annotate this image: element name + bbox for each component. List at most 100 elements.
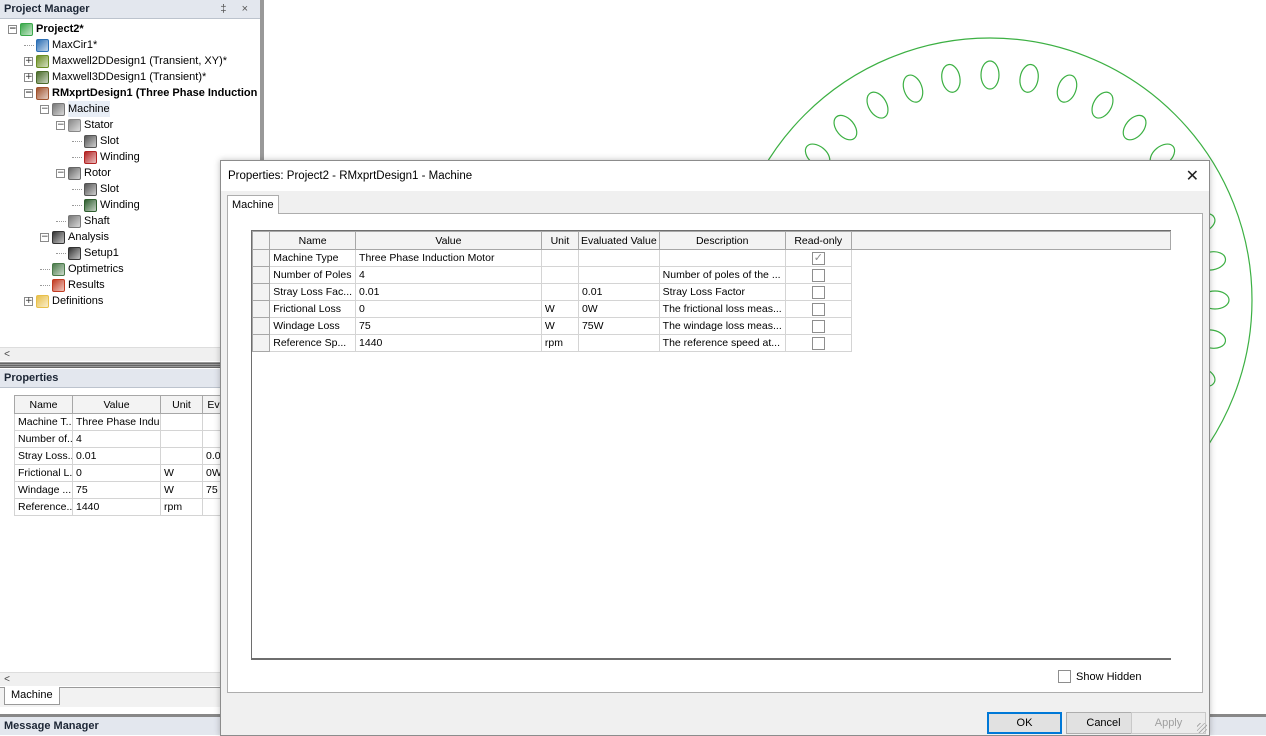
column-header[interactable]: Value <box>355 231 542 250</box>
tree-node[interactable]: − Stator <box>56 117 113 133</box>
cell-value[interactable]: 0.01 <box>355 283 542 301</box>
row-header[interactable] <box>251 317 271 335</box>
tree-node[interactable]: Winding <box>72 197 140 213</box>
table-cell[interactable]: 0 <box>72 464 161 482</box>
message-manager-title: Message Manager <box>4 720 99 732</box>
collapse-icon[interactable]: − <box>40 104 49 114</box>
table-cell[interactable]: 75 <box>72 481 161 499</box>
properties-horizontal-scrollbar[interactable]: < <box>0 672 220 686</box>
panel-splitter[interactable] <box>0 362 220 368</box>
tree-node[interactable]: + Definitions <box>24 293 103 309</box>
collapse-icon[interactable]: − <box>8 24 17 34</box>
expand-icon[interactable]: + <box>24 296 33 306</box>
row-header[interactable] <box>251 266 271 284</box>
readonly-checkbox[interactable] <box>811 285 825 299</box>
tree-node[interactable]: Shaft <box>56 213 110 229</box>
table-cell[interactable]: 0.01 <box>72 447 161 465</box>
rotor-winding-icon <box>84 198 97 212</box>
cell-readonly <box>784 283 852 301</box>
cell-value[interactable]: Three Phase Induction Motor <box>355 249 542 267</box>
table-row[interactable]: Stray Loss Fac... 0.01 0.01 Stray Loss Fact… <box>251 283 1171 301</box>
cell-name: Windage Loss <box>269 317 357 335</box>
column-header[interactable]: Evaluated Value <box>577 231 660 250</box>
collapse-icon[interactable]: − <box>56 120 65 130</box>
table-cell[interactable]: Three Phase Indu... <box>72 413 161 431</box>
cell-value[interactable]: 4 <box>355 266 542 284</box>
scroll-left-icon[interactable]: < <box>0 674 14 685</box>
table-row[interactable]: Number of Poles 4 Number of poles of the .… <box>251 266 1171 284</box>
cell-unit <box>540 266 579 284</box>
collapse-icon[interactable]: − <box>24 88 33 98</box>
tree-node[interactable]: Slot <box>72 181 119 197</box>
cancel-button[interactable]: Cancel <box>1066 712 1141 734</box>
tree-node[interactable]: MaxCir1* <box>24 37 97 53</box>
tree-node[interactable]: Winding <box>72 149 140 165</box>
tree-node[interactable]: − Project2* <box>8 21 84 37</box>
tree-node[interactable]: − Analysis <box>40 229 109 245</box>
table-row[interactable]: Machine Type Three Phase Induction Motor <box>251 249 1171 267</box>
table-row[interactable]: Number of... 4 <box>14 430 225 448</box>
stator-icon <box>68 118 81 132</box>
column-header[interactable]: Name <box>269 231 357 250</box>
tab-machine[interactable]: Machine <box>4 687 60 705</box>
expand-icon[interactable]: + <box>24 72 33 82</box>
cell-value[interactable]: 0 <box>355 300 542 318</box>
tree-connector <box>56 220 66 222</box>
analysis-icon <box>52 230 65 244</box>
resize-grip-icon[interactable] <box>1197 723 1207 733</box>
row-header[interactable] <box>251 334 271 352</box>
dialog-tab-machine[interactable]: Machine <box>227 195 279 214</box>
show-hidden-checkbox[interactable] <box>1058 670 1071 683</box>
table-row[interactable]: Windage ... 75 W 75 <box>14 481 225 499</box>
row-header[interactable] <box>251 283 271 301</box>
apply-button[interactable]: Apply <box>1131 712 1206 734</box>
tree-node[interactable]: − Rotor <box>56 165 111 181</box>
table-row[interactable]: Stray Loss... 0.01 0.0 <box>14 447 225 465</box>
column-header[interactable]: Name <box>14 395 73 414</box>
column-header[interactable]: Read-only <box>784 231 852 250</box>
row-header[interactable] <box>251 249 271 267</box>
readonly-checkbox[interactable] <box>811 251 825 265</box>
row-filler <box>851 250 1170 267</box>
expand-icon[interactable]: + <box>24 56 33 66</box>
column-header[interactable]: Description <box>658 231 786 250</box>
table-cell[interactable]: 4 <box>72 430 161 448</box>
tree-node[interactable]: Setup1 <box>56 245 119 261</box>
tree-node[interactable]: Optimetrics <box>40 261 124 277</box>
row-header[interactable] <box>251 300 271 318</box>
tree-node-label: Winding <box>100 199 140 211</box>
table-row[interactable]: Frictional L... 0 W 0W <box>14 464 225 482</box>
cell-unit <box>540 249 579 267</box>
table-row[interactable]: Reference Sp... 1440 rpm The reference spee… <box>251 334 1171 352</box>
cell-value[interactable]: 1440 <box>355 334 542 352</box>
readonly-checkbox[interactable] <box>811 268 825 282</box>
tree-node[interactable]: Slot <box>72 133 119 149</box>
ok-button[interactable]: OK <box>987 712 1062 734</box>
table-row[interactable]: Windage Loss 75 W 75W The windage loss meas.… <box>251 317 1171 335</box>
collapse-icon[interactable]: − <box>40 232 49 242</box>
table-cell: Frictional L... <box>14 464 73 482</box>
column-header[interactable]: Unit <box>540 231 579 250</box>
tree-node[interactable]: Results <box>40 277 105 293</box>
table-row[interactable]: Reference... 1440 rpm <box>14 498 225 516</box>
show-hidden-option[interactable]: Show Hidden <box>1058 670 1141 683</box>
properties-tabstrip: Machine <box>0 687 220 707</box>
table-cell[interactable]: 1440 <box>72 498 161 516</box>
table-row[interactable]: Machine T... Three Phase Indu... <box>14 413 225 431</box>
collapse-icon[interactable]: − <box>56 168 65 178</box>
stator-slot-outline <box>1091 91 1114 119</box>
table-row[interactable]: Frictional Loss 0 W 0W The frictional loss m… <box>251 300 1171 318</box>
column-header[interactable]: Value <box>72 395 161 414</box>
tree-node[interactable]: − RMxprtDesign1 (Three Phase Induction <box>24 85 257 101</box>
readonly-checkbox[interactable] <box>811 319 825 333</box>
panel-pin-close-controls[interactable]: ‡ × <box>220 3 254 15</box>
tree-node[interactable]: + Maxwell2DDesign1 (Transient, XY)* <box>24 53 227 69</box>
tree-node[interactable]: + Maxwell3DDesign1 (Transient)* <box>24 69 206 85</box>
readonly-checkbox[interactable] <box>811 302 825 316</box>
readonly-checkbox[interactable] <box>811 336 825 350</box>
cell-value[interactable]: 75 <box>355 317 542 335</box>
tree-node[interactable]: − Machine <box>40 101 110 117</box>
close-icon[interactable]: ✕ <box>1186 161 1199 191</box>
column-header[interactable]: Unit <box>160 395 203 414</box>
scroll-left-icon[interactable]: < <box>0 349 14 360</box>
